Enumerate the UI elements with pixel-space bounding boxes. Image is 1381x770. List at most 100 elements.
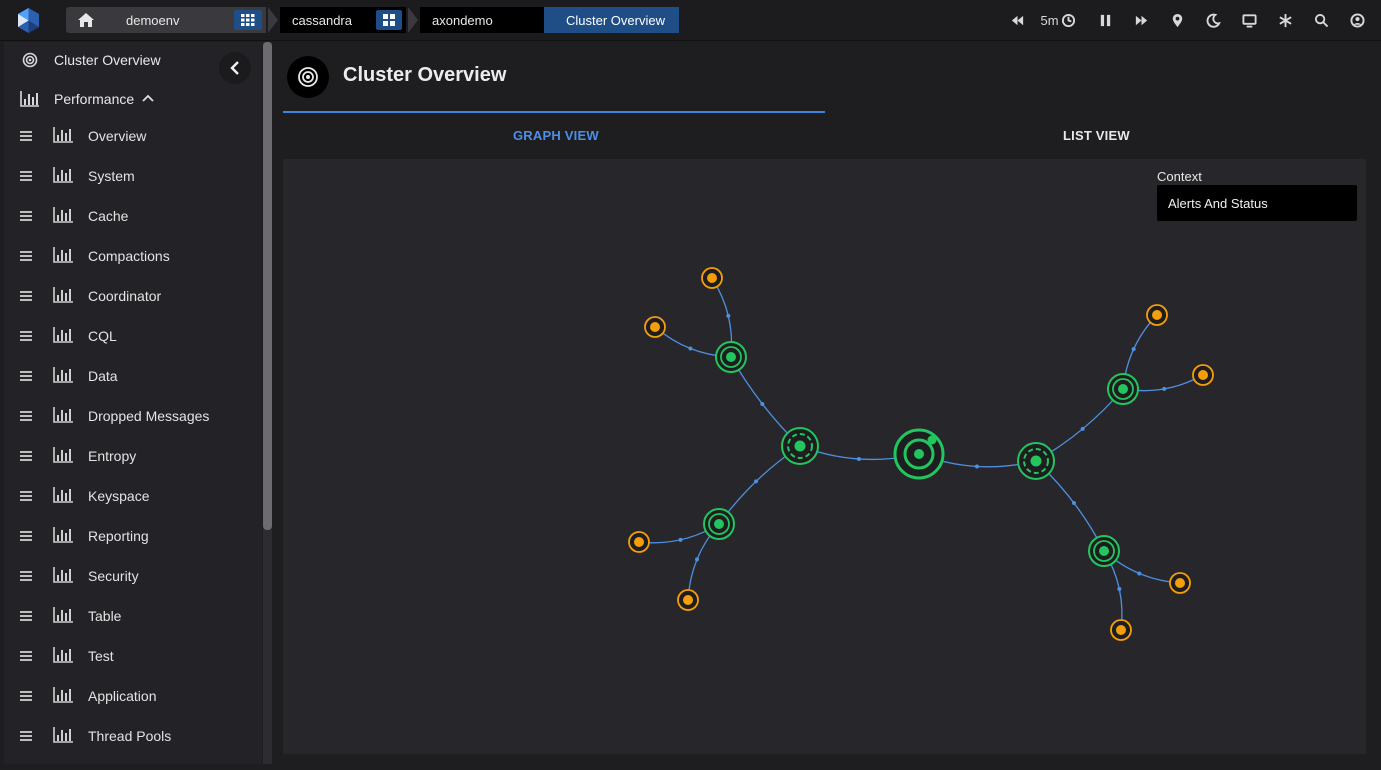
sidebar-item-table[interactable]: Table	[4, 597, 262, 637]
graph-edge-dot	[1131, 347, 1136, 352]
drag-handle-icon[interactable]	[20, 611, 32, 621]
drag-handle-icon[interactable]	[20, 411, 32, 421]
breadcrumb-cluster-type[interactable]: cassandra	[280, 7, 406, 33]
tab-list-view[interactable]: LIST VIEW	[1063, 128, 1130, 143]
active-tab-indicator	[283, 111, 825, 113]
sidebar-item-label: Entropy	[88, 448, 137, 464]
breadcrumb-separator-icon	[406, 7, 420, 33]
sidebar-item-label: Keyspace	[88, 488, 150, 504]
cluster-root-core	[914, 449, 924, 459]
sidebar-item-cache[interactable]: Cache	[4, 197, 262, 237]
rewind-button[interactable]	[1005, 10, 1029, 30]
drag-handle-icon[interactable]	[20, 371, 32, 381]
host-core	[634, 537, 644, 547]
sidebar-item-label: Coordinator	[88, 288, 162, 304]
sidebar-header-label: Cluster Overview	[54, 52, 161, 68]
drag-handle-icon[interactable]	[20, 691, 32, 701]
sidebar-item-data[interactable]: Data	[4, 357, 262, 397]
app-logo[interactable]	[16, 8, 41, 33]
drag-handle-icon[interactable]	[20, 571, 32, 581]
drag-handle-icon[interactable]	[20, 531, 32, 541]
sidebar-item-label: Thread Pools	[88, 728, 172, 744]
host-core	[707, 273, 717, 283]
drag-handle-icon[interactable]	[20, 291, 32, 301]
drag-handle-icon[interactable]	[20, 211, 32, 221]
freeze-button[interactable]	[1267, 10, 1303, 30]
breadcrumb-cluster[interactable]: axondemo	[420, 7, 544, 33]
host-core	[1152, 310, 1162, 320]
bar-chart-icon	[53, 127, 73, 143]
drag-handle-icon[interactable]	[20, 491, 32, 501]
sidebar-item-dropped-messages[interactable]: Dropped Messages	[4, 397, 262, 437]
sidebar-item-compactions[interactable]: Compactions	[4, 237, 262, 277]
tab-graph-view[interactable]: GRAPH VIEW	[513, 128, 599, 143]
time-range-button[interactable]: 5m	[1029, 10, 1087, 30]
drag-handle-icon[interactable]	[20, 171, 32, 181]
sidebar-item-cql[interactable]: CQL	[4, 317, 262, 357]
dashboard-grid-icon[interactable]	[376, 10, 402, 30]
monitor-icon	[1241, 13, 1257, 28]
sidebar-item-thread-pools[interactable]: Thread Pools	[4, 717, 262, 757]
location-button[interactable]	[1159, 10, 1195, 30]
breadcrumb-separator-icon	[266, 7, 280, 33]
grid-icon[interactable]	[234, 10, 262, 30]
breadcrumb-current[interactable]: Cluster Overview	[544, 7, 679, 33]
sidebar-item-label: Table	[88, 608, 122, 624]
bar-chart-icon	[53, 727, 73, 743]
bar-chart-icon	[53, 207, 73, 223]
sidebar-item-label: Test	[88, 648, 114, 664]
theme-button[interactable]	[1195, 10, 1231, 30]
bar-chart-icon	[53, 367, 73, 383]
search-button[interactable]	[1303, 10, 1339, 30]
rack-core	[1099, 546, 1109, 556]
collapse-sidebar-button[interactable]	[219, 52, 251, 84]
breadcrumb-home[interactable]	[66, 7, 106, 33]
bar-chart-icon	[20, 91, 39, 107]
pause-button[interactable]	[1087, 10, 1123, 30]
bar-chart-icon	[53, 687, 73, 703]
context-select[interactable]: Alerts And Status	[1157, 185, 1357, 221]
drag-handle-icon[interactable]	[20, 731, 32, 741]
datacenter-core	[794, 440, 806, 452]
graph-edge-dot	[1080, 426, 1085, 431]
sidebar-item-label: CQL	[88, 328, 117, 344]
graph-edge-dot	[695, 557, 700, 562]
drag-handle-icon[interactable]	[20, 651, 32, 661]
sidebar-item-application[interactable]: Application	[4, 677, 262, 717]
host-core	[650, 322, 660, 332]
cluster-graph[interactable]	[283, 159, 1366, 754]
breadcrumb-env[interactable]: demoenv	[106, 7, 266, 33]
sidebar-item-security[interactable]: Security	[4, 557, 262, 597]
sidebar-item-entropy[interactable]: Entropy	[4, 437, 262, 477]
sidebar-item-reporting[interactable]: Reporting	[4, 517, 262, 557]
host-core	[1116, 625, 1126, 635]
sidebar-item-keyspace[interactable]: Keyspace	[4, 477, 262, 517]
drag-handle-icon[interactable]	[20, 131, 32, 141]
bar-chart-icon	[53, 447, 73, 463]
sidebar-item-overview[interactable]: Overview	[4, 117, 262, 157]
sidebar-group-performance[interactable]: Performance	[4, 88, 262, 112]
sidebar-item-label: System	[88, 168, 135, 184]
breadcrumb-current-label: Cluster Overview	[566, 12, 665, 28]
host-core	[683, 595, 693, 605]
drag-handle-icon[interactable]	[20, 251, 32, 261]
page-title-icon	[287, 56, 329, 98]
bar-chart-icon	[53, 567, 73, 583]
sidebar-item-test[interactable]: Test	[4, 637, 262, 677]
bar-chart-icon	[53, 167, 73, 183]
graph-edge-dot	[974, 464, 979, 469]
target-icon	[298, 67, 318, 87]
graph-edge-dot	[678, 537, 683, 542]
time-range-value: 5m	[1040, 12, 1059, 28]
sidebar-scrollbar[interactable]	[263, 42, 272, 764]
bar-chart-icon	[53, 647, 73, 663]
drag-handle-icon[interactable]	[20, 331, 32, 341]
user-button[interactable]	[1339, 10, 1375, 30]
drag-handle-icon[interactable]	[20, 451, 32, 461]
scrollbar-thumb[interactable]	[263, 42, 272, 530]
display-button[interactable]	[1231, 10, 1267, 30]
host-core	[1175, 578, 1185, 588]
forward-button[interactable]	[1123, 10, 1159, 30]
sidebar-item-coordinator[interactable]: Coordinator	[4, 277, 262, 317]
sidebar-item-system[interactable]: System	[4, 157, 262, 197]
